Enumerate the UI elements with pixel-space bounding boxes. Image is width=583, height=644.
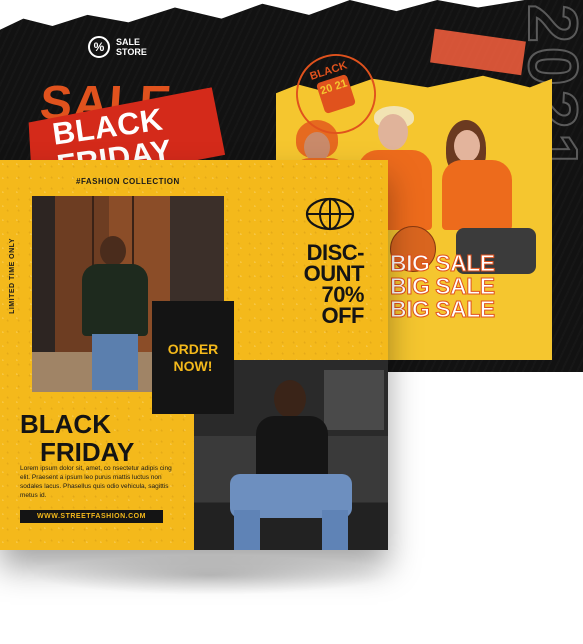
order-line-1: ORDER	[167, 340, 219, 357]
big-sale-repeat: BIG SALE BIG SALE BIG SALE	[390, 250, 496, 322]
website-link[interactable]: WWW.STREETFASHION.COM	[20, 510, 163, 523]
discount-text: DISC- OUNT 70% OFF	[303, 240, 365, 328]
store-name: SALE STORE	[116, 37, 147, 57]
body-text: Lorem ipsum dolor sit, amet, co nsectetu…	[20, 465, 172, 499]
title-line-2: FRIDAY	[40, 437, 135, 467]
stamp-year: 20 21	[315, 73, 357, 115]
percent-icon: %	[88, 36, 110, 58]
order-now-button[interactable]: ORDER NOW!	[152, 301, 234, 414]
poster-shadow	[30, 555, 390, 595]
sale-store-logo: % SALE STORE	[88, 36, 156, 58]
basketball-icon	[305, 197, 355, 231]
order-line-2: NOW!	[173, 357, 213, 374]
limited-time-text: LIMITED TIME ONLY	[9, 238, 16, 314]
title-line-1: BLACK	[20, 409, 111, 439]
front-poster: #FASHION COLLECTION LIMITED TIME ONLY OR…	[0, 160, 388, 550]
discount-line: OFF	[321, 303, 365, 328]
big-sale-line: BIG SALE	[390, 296, 496, 322]
big-sale-line: BIG SALE	[390, 273, 496, 299]
discount-line: OUNT	[303, 261, 365, 286]
discount-line: DISC-	[306, 240, 365, 265]
black-friday-title: BLACK FRIDAY	[20, 410, 134, 466]
discount-line: 70%	[321, 282, 364, 307]
big-sale-line: BIG SALE	[390, 250, 496, 276]
fashion-collection-tag: #FASHION COLLECTION	[76, 177, 180, 186]
